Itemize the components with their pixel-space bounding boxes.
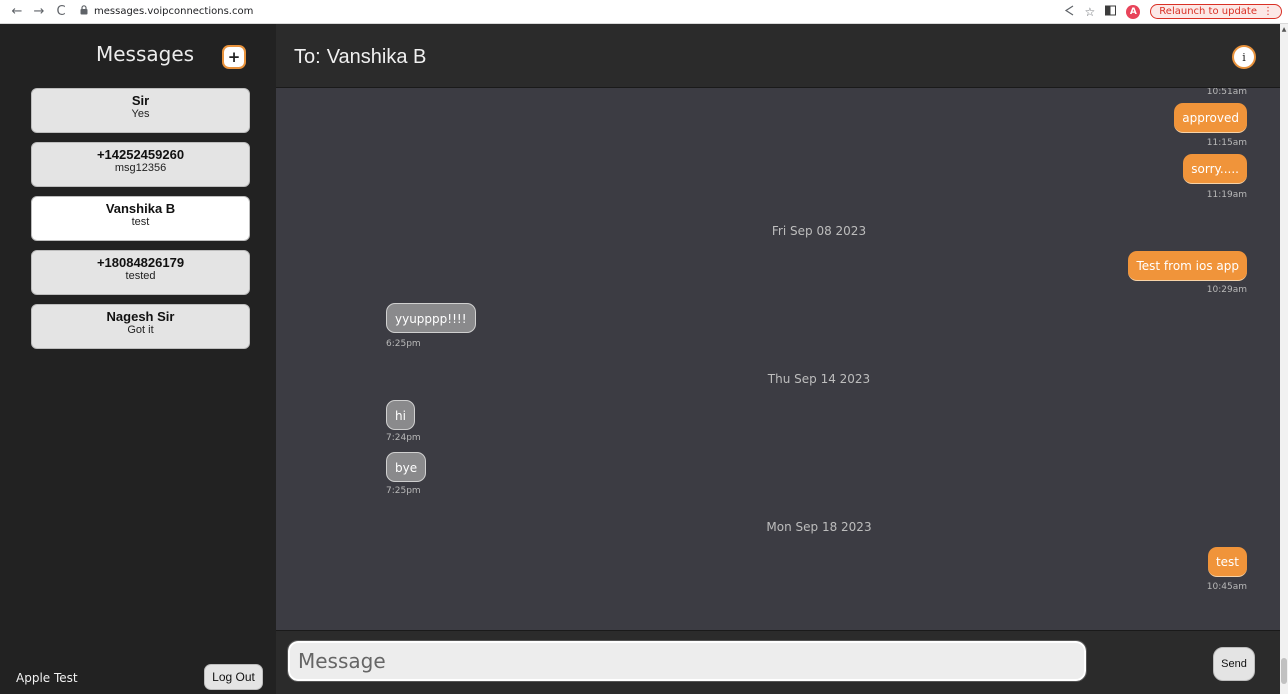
relaunch-button[interactable]: Relaunch to update ⋮ [1150,4,1282,19]
message-timestamp: 10:45am [1206,582,1247,592]
conversation-name: +18084826179 [96,255,185,270]
relaunch-label: Relaunch to update [1159,6,1257,17]
message-timestamp: 10:51am [1206,88,1247,97]
conversation-sidebar: Messages + Sir Yes +14252459260 msg12356… [0,24,276,694]
bookmark-star-icon[interactable]: ☆ [1085,5,1096,19]
message-timestamp: 10:29am [1206,285,1247,295]
date-separator: Mon Sep 18 2023 [766,520,872,534]
outgoing-message: test [1207,547,1247,577]
chat-panel: To: Vanshika B i 10:51am approved 11:15am… [276,24,1288,694]
logout-button[interactable]: Log Out [204,664,263,690]
info-button[interactable]: i [1232,45,1256,69]
message-timestamp: 11:19am [1206,190,1247,200]
message-timestamp: 11:15am [1206,138,1247,148]
to-label: To: [294,46,321,68]
message-timestamp: 6:25pm [386,339,421,349]
message-composer: Send [276,630,1280,694]
incoming-message: bye [386,452,427,482]
back-icon[interactable]: ← [8,4,26,19]
conversation-item[interactable]: +14252459260 msg12356 [31,142,250,187]
date-separator: Fri Sep 08 2023 [771,224,867,238]
conversation-item[interactable]: +18084826179 tested [31,250,250,295]
page-scrollbar[interactable]: ▲ [1280,24,1288,694]
outgoing-message: Test from ios app [1128,251,1247,281]
profile-avatar[interactable]: A [1126,4,1141,19]
conversation-item[interactable]: Nagesh Sir Got it [31,304,250,349]
conversation-preview: tested [125,270,156,282]
scroll-up-icon[interactable]: ▲ [1280,26,1288,33]
conversation-preview: Yes [131,108,150,120]
browser-toolbar: ← → C messages.voipconnections.com ☆ A R… [0,0,1288,24]
share-icon[interactable] [1064,4,1075,19]
message-timestamp: 7:24pm [386,433,421,443]
date-separator: Thu Sep 14 2023 [767,372,871,386]
message-thread[interactable]: 10:51am approved 11:15am sorry..... 11:1… [276,88,1280,630]
menu-icon: ⋮ [1263,6,1273,17]
scrollbar-thumb[interactable] [1281,658,1287,684]
conversation-item-active[interactable]: Vanshika B test [31,196,250,241]
recipient-line: To: Vanshika B [294,46,426,69]
conversation-preview: test [131,216,150,228]
message-timestamp: 7:25pm [386,486,421,496]
conversation-name: Vanshika B [105,201,176,216]
conversation-name: Sir [131,93,150,108]
reload-icon[interactable]: C [52,4,70,19]
conversation-preview: msg12356 [114,162,167,174]
incoming-message: hi [386,400,415,430]
conversation-name: Nagesh Sir [106,309,175,324]
conversation-preview: Got it [127,324,154,336]
recipient-name: Vanshika B [326,46,427,68]
chat-header: To: Vanshika B i [276,24,1280,88]
forward-icon[interactable]: → [30,4,48,19]
conversation-name: +14252459260 [96,147,185,162]
current-user-name: Apple Test [16,671,78,685]
outgoing-message: approved [1174,103,1247,133]
sidebar-title: Messages [96,42,195,66]
outgoing-message: sorry..... [1183,154,1247,184]
side-panel-icon[interactable] [1105,5,1117,19]
message-input[interactable] [287,640,1087,682]
incoming-message: yyupppp!!!! [386,303,476,333]
new-message-button[interactable]: + [222,45,246,69]
conversation-item[interactable]: Sir Yes [31,88,250,133]
send-button[interactable]: Send [1213,647,1255,681]
lock-icon [80,5,88,18]
address-bar-url[interactable]: messages.voipconnections.com [94,6,253,17]
